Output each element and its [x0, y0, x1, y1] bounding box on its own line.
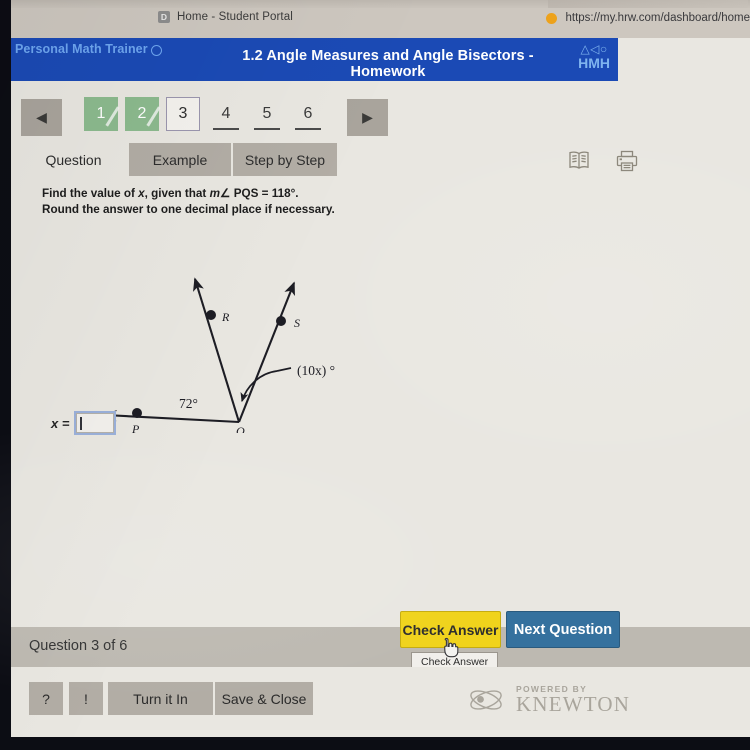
turn-it-in-button[interactable]: Turn it In — [108, 682, 213, 715]
knewton-atom-icon — [467, 685, 509, 715]
question-chip-5[interactable]: 5 — [250, 97, 284, 131]
point-label-R: R — [221, 310, 230, 324]
problem-text-c: PQS = 118°. — [230, 187, 299, 200]
point-label-S: S — [294, 316, 300, 330]
point-P-dot — [132, 408, 142, 418]
tab-example[interactable]: Example — [129, 143, 231, 176]
knewton-wordmark: POWERED BY KNEWTON — [516, 685, 630, 715]
tool-icon-group — [566, 148, 640, 174]
app-header: Personal Math Trainer 1.2 Angle Measures… — [11, 38, 618, 81]
site-status-dot-icon — [546, 12, 558, 24]
angle-diagram-svg: P Q R S 72° (10x) ° — [103, 277, 335, 438]
app-page: Personal Math Trainer 1.2 Angle Measures… — [11, 38, 750, 737]
point-S-dot — [276, 316, 286, 326]
next-question-label: Next Question — [513, 621, 613, 638]
knewton-name-label: KNEWTON — [516, 691, 631, 716]
hmh-logo-text: HMH — [578, 55, 610, 71]
answer-label: x = — [51, 415, 70, 431]
next-question-button[interactable]: Next Question — [506, 611, 620, 648]
question-navigator: ◀ 1 2 3 4 5 6 ▶ — [11, 90, 750, 136]
problem-line-2: Round the answer to one decimal place if… — [42, 202, 335, 216]
screenshot-root: D Home - Student Portal https://my.hrw.c… — [0, 0, 750, 750]
point-label-P: P — [131, 422, 140, 433]
bottom-toolbar: ? ! Turn it In Save & Close POWERED BY K… — [11, 667, 750, 737]
next-question-arrow-button[interactable]: ▶ — [347, 99, 388, 136]
problem-line-1: Find the value of x, given that m∠ PQS =… — [42, 186, 335, 202]
hmh-logo: △◁○ HMH — [578, 43, 610, 71]
tab-favicon-icon: D — [158, 11, 170, 23]
check-answer-label: Check Answer — [402, 621, 499, 638]
question-chip-4[interactable]: 4 — [209, 97, 243, 131]
browser-tab-title: Home - Student Portal — [177, 11, 293, 23]
page-title: 1.2 Angle Measures and Angle Bisectors -… — [242, 48, 534, 80]
angle-diagram: P Q R S 72° (10x) ° — [81, 253, 361, 438]
browser-tab[interactable]: D Home - Student Portal — [158, 11, 293, 23]
chevron-left-icon: ◀ — [36, 109, 47, 125]
printer-icon[interactable] — [614, 148, 640, 174]
tab-question[interactable]: Question — [21, 143, 126, 176]
question-counter: Question 3 of 6 — [29, 638, 128, 654]
angle-label-10x: (10x) ° — [297, 363, 335, 378]
help-button[interactable]: ? — [29, 682, 63, 715]
chevron-right-icon: ▶ — [362, 109, 373, 125]
chrome-omnibox-ghost — [548, 0, 748, 8]
question-chip-1[interactable]: 1 — [84, 97, 118, 131]
problem-text-b: , given that — [144, 187, 210, 200]
knewton-logo: POWERED BY KNEWTON — [467, 685, 630, 715]
check-answer-button[interactable]: Check Answer — [400, 611, 501, 648]
point-R-dot — [206, 310, 216, 320]
brand-mark-icon — [150, 44, 162, 56]
browser-chrome: D Home - Student Portal https://my.hrw.c… — [11, 0, 750, 38]
save-and-close-button[interactable]: Save & Close — [215, 682, 313, 715]
alert-button[interactable]: ! — [69, 682, 103, 715]
problem-text-a: Find the value of — [42, 187, 139, 200]
question-chip-6[interactable]: 6 — [291, 97, 325, 131]
tab-step-by-step[interactable]: Step by Step — [233, 143, 337, 176]
status-bar: Question 3 of 6 Check Answer Next Questi… — [11, 611, 750, 672]
book-icon[interactable] — [566, 148, 592, 174]
address-bar-url: https://my.hrw.com/dashboard/home — [565, 12, 750, 24]
answer-input[interactable] — [74, 411, 117, 435]
problem-statement: Find the value of x, given that m∠ PQS =… — [42, 186, 335, 217]
angle-label-72: 72° — [179, 396, 198, 411]
question-chip-2[interactable]: 2 — [125, 97, 159, 131]
problem-measure-m: m — [209, 187, 220, 200]
point-label-Q: Q — [236, 424, 245, 433]
text-caret-icon — [80, 416, 82, 430]
address-bar[interactable]: https://my.hrw.com/dashboard/home — [546, 12, 750, 24]
question-chip-3[interactable]: 3 — [166, 97, 200, 131]
previous-question-button[interactable]: ◀ — [21, 99, 62, 136]
brand-personal-math-trainer: Personal Math Trainer — [15, 42, 162, 56]
angle-symbol-icon: ∠ — [219, 187, 231, 200]
brand-label: Personal Math Trainer — [15, 42, 148, 56]
answer-row: x = — [51, 411, 117, 435]
